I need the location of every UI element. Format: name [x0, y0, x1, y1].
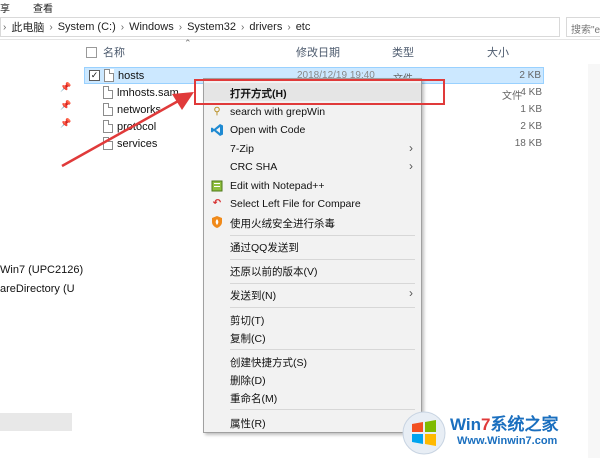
ribbon-tabs: 享 查看: [0, 0, 600, 15]
row-checkbox[interactable]: ✓: [89, 70, 100, 81]
menu-separator: [230, 235, 415, 236]
breadcrumb-system32[interactable]: System32: [183, 21, 240, 33]
watermark-brand: Win7系统之家: [450, 415, 559, 434]
nav-item-share[interactable]: areDirectory (U: [0, 283, 75, 295]
search-input[interactable]: 搜索"etc": [566, 17, 600, 37]
menu-item-7zip[interactable]: 7-Zip ›: [204, 140, 421, 158]
file-icon: [103, 120, 113, 133]
column-header-name[interactable]: 名称: [103, 40, 125, 64]
submenu-arrow-icon: ›: [409, 159, 413, 173]
sort-ascending-icon: ⌃: [184, 38, 192, 48]
menu-separator: [230, 349, 415, 350]
menu-item-crc-sha[interactable]: CRC SHA ›: [204, 158, 421, 176]
menu-item-rename[interactable]: 重命名(M): [204, 388, 421, 406]
file-name: hosts: [118, 70, 145, 82]
menu-separator: [230, 409, 415, 410]
file-icon: [104, 69, 114, 82]
nav-scrollbar[interactable]: [0, 413, 72, 431]
column-header-size[interactable]: 大小: [487, 40, 509, 64]
menu-item-shortcut[interactable]: 创建快捷方式(S): [204, 352, 421, 370]
pin-icon[interactable]: 📌: [60, 100, 71, 111]
huorong-shield-icon: [211, 216, 223, 228]
ribbon-tab-share[interactable]: 享: [0, 0, 10, 15]
breadcrumb-windows[interactable]: Windows: [125, 21, 178, 33]
menu-item-send-to[interactable]: 发送到(N) ›: [204, 285, 421, 303]
vscode-icon: [211, 124, 223, 136]
file-icon: [103, 137, 113, 150]
menu-separator: [230, 307, 415, 308]
breadcrumb-etc[interactable]: etc: [292, 21, 315, 33]
pin-icon[interactable]: 📌: [60, 82, 71, 93]
compare-arrow-icon: ↶: [212, 198, 222, 209]
file-name: lmhosts.sam: [117, 87, 179, 99]
menu-item-open-code[interactable]: Open with Code: [204, 121, 421, 139]
file-size: 18 KB: [514, 138, 542, 149]
menu-separator: [230, 259, 415, 260]
menu-item-delete[interactable]: 删除(D): [204, 370, 421, 388]
submenu-arrow-icon: ›: [409, 286, 413, 300]
pin-icon[interactable]: 📌: [60, 118, 71, 129]
menu-item-notepadpp[interactable]: Edit with Notepad++: [204, 177, 421, 195]
file-name: networks: [117, 104, 162, 116]
highlight-box: [194, 79, 445, 105]
menu-separator: [230, 283, 415, 284]
context-menu: 打开方式(H) ⚲ search with grepWin Open with …: [203, 78, 422, 433]
submenu-arrow-icon: ›: [409, 141, 413, 155]
menu-item-qq-send[interactable]: 通过QQ发送到: [204, 237, 421, 255]
menu-item-copy[interactable]: 复制(C): [204, 328, 421, 346]
breadcrumb[interactable]: › 此电脑 › System (C:) › Windows › System32…: [0, 17, 560, 37]
breadcrumb-drivers[interactable]: drivers: [245, 21, 286, 33]
file-name: protocol: [117, 121, 157, 133]
navigation-pane: 📌 📌 📌 Win7 (UPC2126) areDirectory (U: [0, 40, 83, 458]
nav-item-drive[interactable]: Win7 (UPC2126): [0, 264, 83, 276]
file-size: 2 KB: [520, 121, 542, 132]
file-type: 文件: [502, 91, 522, 102]
address-bar: › 此电脑 › System (C:) › Windows › System32…: [0, 14, 600, 40]
column-header-type[interactable]: 类型: [392, 40, 414, 64]
file-list-scrollbar[interactable]: [588, 64, 600, 458]
ribbon-tab-view[interactable]: 查看: [33, 0, 53, 15]
file-name: services: [117, 138, 158, 150]
file-icon: [103, 86, 113, 99]
menu-item-properties[interactable]: 属性(R): [204, 413, 421, 431]
column-header-date[interactable]: 修改日期: [296, 40, 340, 64]
notepadpp-icon: [211, 180, 223, 192]
menu-item-grepwin[interactable]: ⚲ search with grepWin: [204, 103, 421, 121]
file-size: 1 KB: [520, 104, 542, 115]
menu-item-huorong[interactable]: 使用火绒安全进行杀毒: [204, 213, 421, 231]
watermark-url: Www.Winwin7.com: [457, 435, 558, 447]
select-all-checkbox[interactable]: [86, 47, 97, 58]
file-icon: [103, 103, 113, 116]
magnifier-icon: ⚲: [213, 106, 221, 117]
file-size: 4 KB: [520, 87, 542, 98]
menu-item-cut[interactable]: 剪切(T): [204, 310, 421, 328]
file-size: 2 KB: [519, 70, 541, 81]
menu-item-compare[interactable]: ↶ Select Left File for Compare: [204, 195, 421, 213]
breadcrumb-this-pc[interactable]: 此电脑: [7, 19, 48, 35]
breadcrumb-system-c[interactable]: System (C:): [54, 21, 120, 33]
menu-item-restore[interactable]: 还原以前的版本(V): [204, 261, 421, 279]
